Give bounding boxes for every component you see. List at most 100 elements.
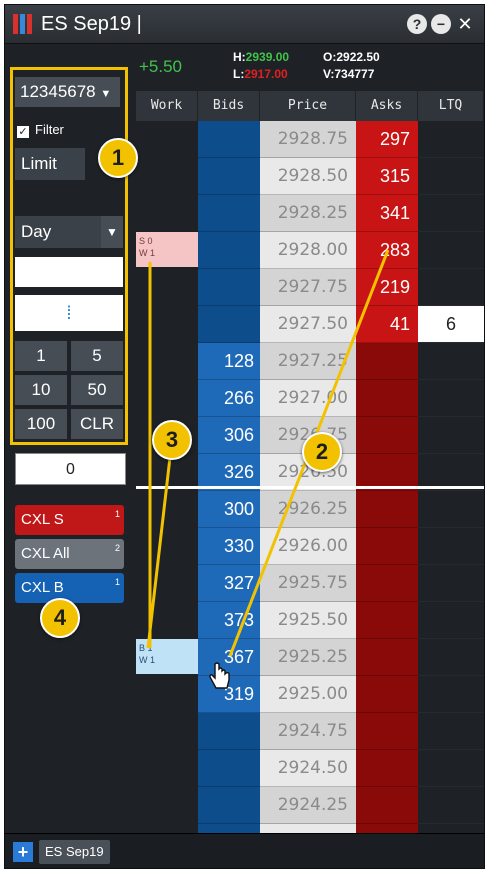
bid-cell[interactable] bbox=[198, 750, 260, 787]
ltq-cell[interactable] bbox=[418, 528, 484, 565]
ask-cell[interactable]: 219 bbox=[356, 269, 418, 306]
bid-cell[interactable]: 373 bbox=[198, 602, 260, 639]
ask-cell[interactable] bbox=[356, 565, 418, 602]
ask-cell[interactable] bbox=[356, 602, 418, 639]
ltq-cell[interactable] bbox=[418, 195, 484, 232]
price-cell[interactable]: 2924.75 bbox=[260, 713, 356, 750]
price-cell[interactable]: 2924.50 bbox=[260, 750, 356, 787]
ask-cell[interactable] bbox=[356, 713, 418, 750]
price-cell[interactable]: 2926.00 bbox=[260, 528, 356, 565]
bid-cell[interactable]: 128 bbox=[198, 343, 260, 380]
bid-cell[interactable] bbox=[198, 121, 260, 158]
ltq-cell[interactable] bbox=[418, 750, 484, 787]
help-icon[interactable]: ? bbox=[407, 14, 427, 34]
price-cell[interactable]: 2927.50 bbox=[260, 306, 356, 343]
price-cell[interactable]: 2928.00 bbox=[260, 232, 356, 269]
ask-cell[interactable]: 341 bbox=[356, 195, 418, 232]
qty-button-100[interactable]: 100 bbox=[15, 409, 67, 439]
price-cell[interactable]: 2925.25 bbox=[260, 639, 356, 676]
ask-cell[interactable] bbox=[356, 528, 418, 565]
price-cell[interactable]: 2928.50 bbox=[260, 158, 356, 195]
bid-cell[interactable] bbox=[198, 306, 260, 343]
ask-cell[interactable]: 315 bbox=[356, 158, 418, 195]
bid-cell[interactable]: 300 bbox=[198, 491, 260, 528]
ltq-cell[interactable]: 6 bbox=[418, 306, 484, 343]
ask-cell[interactable] bbox=[356, 787, 418, 824]
column-header-work[interactable]: Work bbox=[136, 91, 198, 121]
price-cell[interactable]: 2927.00 bbox=[260, 380, 356, 417]
clear-button[interactable]: CLR bbox=[71, 409, 123, 439]
qty-button-10[interactable]: 10 bbox=[15, 375, 67, 405]
account-selector[interactable]: 12345678 ▼ bbox=[15, 77, 120, 107]
working-buy-order[interactable]: B 1W 1 bbox=[136, 639, 198, 674]
price-cell[interactable]: 2925.50 bbox=[260, 602, 356, 639]
cancel-all-button[interactable]: CXL All 2 bbox=[15, 539, 124, 569]
price-cell[interactable]: 2927.75 bbox=[260, 269, 356, 306]
ltq-cell[interactable] bbox=[418, 491, 484, 528]
column-header-ltq[interactable]: LTQ bbox=[418, 91, 484, 121]
bid-cell[interactable] bbox=[198, 269, 260, 306]
bid-cell[interactable] bbox=[198, 232, 260, 269]
open-price: O:2922.50 bbox=[323, 50, 380, 64]
qty-button-5[interactable]: 5 bbox=[71, 341, 123, 371]
bid-cell[interactable] bbox=[198, 787, 260, 824]
ask-cell[interactable] bbox=[356, 676, 418, 713]
ask-cell[interactable] bbox=[356, 639, 418, 676]
ltq-cell[interactable] bbox=[418, 639, 484, 676]
bid-cell[interactable]: 330 bbox=[198, 528, 260, 565]
price-field[interactable]: ⁞ bbox=[15, 295, 123, 331]
ltq-cell[interactable] bbox=[418, 602, 484, 639]
bid-cell[interactable] bbox=[198, 158, 260, 195]
ltq-cell[interactable] bbox=[418, 676, 484, 713]
order-type-select[interactable]: Limit bbox=[15, 148, 85, 180]
ltq-cell[interactable] bbox=[418, 121, 484, 158]
minimize-icon[interactable]: − bbox=[431, 14, 451, 34]
ltq-cell[interactable] bbox=[418, 380, 484, 417]
ask-cell[interactable]: 297 bbox=[356, 121, 418, 158]
ltq-cell[interactable] bbox=[418, 343, 484, 380]
price-cell[interactable]: 2928.75 bbox=[260, 121, 356, 158]
ltq-cell[interactable] bbox=[418, 713, 484, 750]
bid-cell[interactable]: 327 bbox=[198, 565, 260, 602]
cancel-sell-button[interactable]: CXL S 1 bbox=[15, 505, 124, 535]
price-cell[interactable]: 2928.25 bbox=[260, 195, 356, 232]
tif-select[interactable]: Day ▼ bbox=[15, 216, 123, 248]
filter-checkbox[interactable]: ✓ Filter bbox=[17, 122, 64, 138]
bid-cell[interactable]: 306 bbox=[198, 417, 260, 454]
ask-cell[interactable] bbox=[356, 491, 418, 528]
ask-cell[interactable] bbox=[356, 417, 418, 454]
column-header-bids[interactable]: Bids bbox=[198, 91, 260, 121]
ltq-cell[interactable] bbox=[418, 158, 484, 195]
bid-cell[interactable]: 266 bbox=[198, 380, 260, 417]
column-header-price[interactable]: Price bbox=[260, 91, 356, 121]
ltq-cell[interactable] bbox=[418, 565, 484, 602]
qty-button-50[interactable]: 50 bbox=[71, 375, 123, 405]
title-bar[interactable]: ES Sep19 | ? − ✕ bbox=[5, 5, 484, 44]
ask-cell[interactable] bbox=[356, 380, 418, 417]
quantity-field[interactable] bbox=[15, 257, 123, 287]
bid-cell[interactable] bbox=[198, 713, 260, 750]
price-cell[interactable]: 2927.25 bbox=[260, 343, 356, 380]
price-cell[interactable]: 2925.00 bbox=[260, 676, 356, 713]
price-cell[interactable]: 2926.25 bbox=[260, 491, 356, 528]
price-cell[interactable]: 2925.75 bbox=[260, 565, 356, 602]
ltq-cell[interactable] bbox=[418, 417, 484, 454]
ask-cell[interactable]: 41 bbox=[356, 306, 418, 343]
ask-cell[interactable]: 283 bbox=[356, 232, 418, 269]
ltq-cell[interactable] bbox=[418, 269, 484, 306]
qty-button-1[interactable]: 1 bbox=[15, 341, 67, 371]
bid-cell[interactable] bbox=[198, 195, 260, 232]
cancel-buy-button[interactable]: CXL B 1 bbox=[15, 573, 124, 603]
low-label: L: bbox=[233, 67, 245, 81]
ask-cell[interactable] bbox=[356, 750, 418, 787]
column-header-asks[interactable]: Asks bbox=[356, 91, 418, 121]
price-cell[interactable]: 2924.25 bbox=[260, 787, 356, 824]
ltq-cell[interactable] bbox=[418, 232, 484, 269]
ltq-cell[interactable] bbox=[418, 787, 484, 824]
working-sell-order[interactable]: S 0W 1 bbox=[136, 232, 198, 267]
ask-cell[interactable] bbox=[356, 343, 418, 380]
volume-label: V: bbox=[323, 67, 335, 81]
add-tab-button[interactable]: + bbox=[13, 842, 33, 862]
instrument-tab[interactable]: ES Sep19 bbox=[39, 840, 110, 864]
close-icon[interactable]: ✕ bbox=[455, 14, 475, 34]
